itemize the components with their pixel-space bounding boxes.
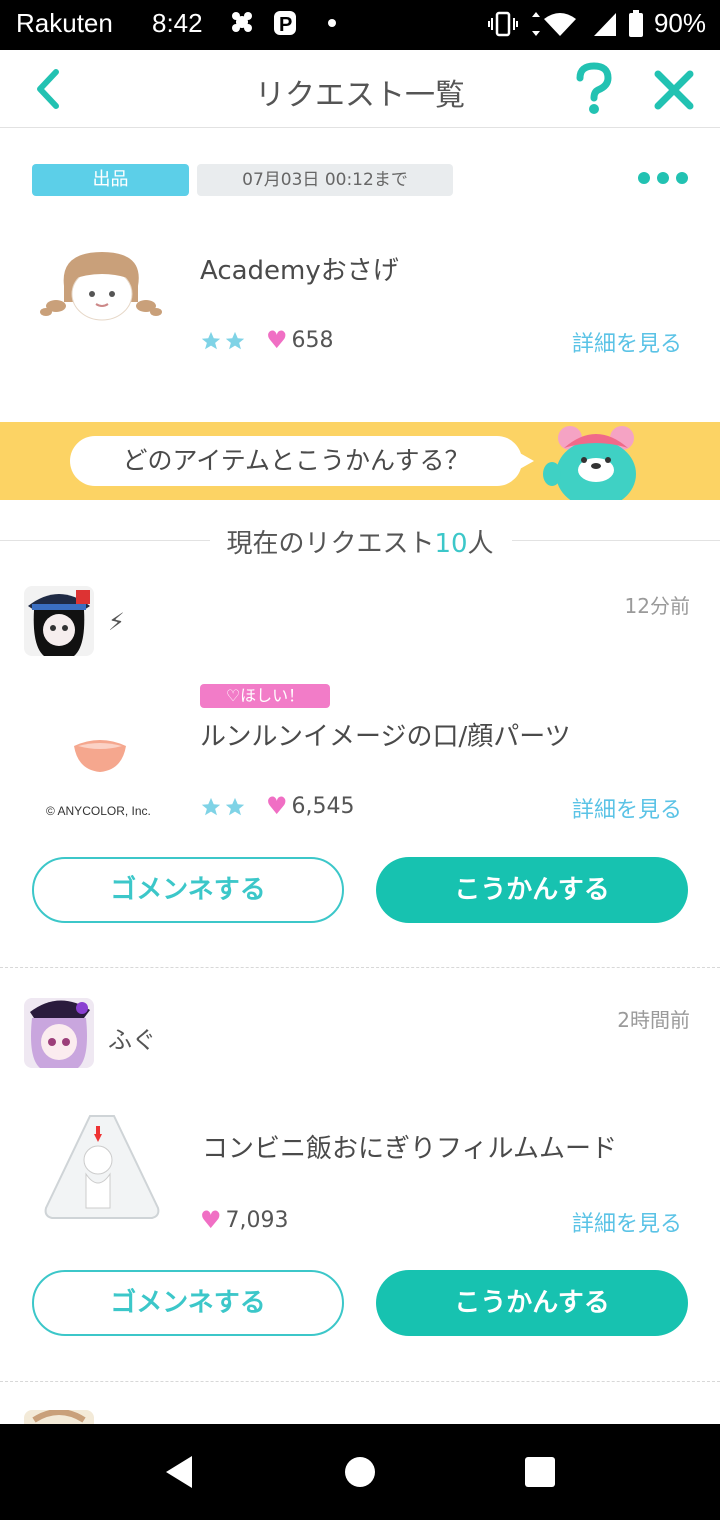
mouth-part-thumbnail[interactable] xyxy=(70,734,130,774)
braids-hair-thumbnail[interactable] xyxy=(40,246,162,330)
listing-detail-link[interactable]: 詳細を見る xyxy=(572,326,682,358)
listing-tag: 出品 xyxy=(32,164,189,196)
likes-count: 658 xyxy=(291,327,334,353)
request-time: 2時間前 xyxy=(617,1008,690,1032)
copyright-text: © ANYCOLOR, Inc. xyxy=(46,804,151,818)
banner-bubble: どのアイテムとこうかんする？ xyxy=(70,436,522,486)
exchange-button[interactable]: こうかんする xyxy=(376,857,688,923)
want-badge: ♡ほしい！ xyxy=(200,684,330,708)
more-options-icon[interactable] xyxy=(636,168,690,188)
listing-likes: ♥ 658 xyxy=(266,326,334,354)
dot-icon xyxy=(328,19,336,27)
next-request-peek xyxy=(0,1396,720,1424)
username: ふぐ xyxy=(108,1026,156,1054)
avatar[interactable] xyxy=(24,998,94,1068)
heart-icon: ♥ xyxy=(200,1206,222,1234)
rarity-stars xyxy=(200,796,246,818)
star-icon xyxy=(225,331,245,350)
rarity-stars xyxy=(200,330,246,352)
request-detail-link[interactable]: 詳細を見る xyxy=(572,1206,682,1238)
onigiri-film-thumbnail[interactable] xyxy=(40,1112,164,1228)
vibrate-icon xyxy=(487,11,518,36)
battery-percent: 90% xyxy=(653,8,706,38)
request-item-name: コンビニ飯おにぎりフィルムムード xyxy=(202,1134,617,1164)
decline-button[interactable]: ゴメンネする xyxy=(32,857,344,923)
avatar[interactable] xyxy=(24,586,94,656)
p-icon: P xyxy=(274,11,296,36)
listing-item-name: Academyおさげ xyxy=(200,256,399,286)
status-bar: Rakuten 8:42 P 90% xyxy=(0,0,720,50)
flower-icon xyxy=(232,12,252,32)
svg-text:P: P xyxy=(279,14,292,36)
request-time: 12分前 xyxy=(624,594,690,618)
nav-recents-icon[interactable] xyxy=(520,1452,560,1492)
row-divider xyxy=(0,967,720,968)
notification-icons: P xyxy=(228,8,348,44)
signal-icon xyxy=(593,12,616,36)
status-right: 90% xyxy=(487,8,706,39)
request-detail-link[interactable]: 詳細を見る xyxy=(572,792,682,824)
likes-count: 6,545 xyxy=(291,793,355,819)
likes-count: 7,093 xyxy=(225,1207,289,1233)
exchange-button[interactable]: こうかんする xyxy=(376,1270,688,1336)
username: ⚡ xyxy=(108,608,125,636)
clock: 8:42 xyxy=(152,8,203,38)
carrier-label: Rakuten xyxy=(16,8,113,38)
close-icon[interactable] xyxy=(652,68,696,112)
system-nav-bar xyxy=(0,1424,720,1520)
wifi-icon xyxy=(531,11,576,36)
nav-home-icon[interactable] xyxy=(340,1452,380,1492)
exchange-banner: どのアイテムとこうかんする？ xyxy=(0,422,720,500)
app-header: リクエスト一覧 xyxy=(0,50,720,128)
star-icon xyxy=(225,797,245,816)
avatar[interactable] xyxy=(24,1410,94,1424)
star-icon xyxy=(201,331,221,350)
row-divider xyxy=(0,1381,720,1382)
heart-icon: ♥ xyxy=(266,326,288,354)
request-likes: ♥ 7,093 xyxy=(200,1206,289,1234)
listing-deadline: 07月03日 00:12まで xyxy=(197,164,453,196)
requests-heading: 現在のリクエスト10人 xyxy=(0,523,720,560)
battery-icon xyxy=(628,9,643,37)
help-icon[interactable] xyxy=(572,62,616,116)
request-item-name: ルンルンイメージの口/顔パーツ xyxy=(200,722,571,752)
request-likes: ♥ 6,545 xyxy=(266,792,355,820)
heart-icon: ♥ xyxy=(266,792,288,820)
bear-mascot-icon xyxy=(543,426,636,500)
decline-button[interactable]: ゴメンネする xyxy=(32,1270,344,1336)
star-icon xyxy=(201,797,221,816)
request-count: 10 xyxy=(434,529,468,559)
nav-back-icon[interactable] xyxy=(160,1452,200,1492)
